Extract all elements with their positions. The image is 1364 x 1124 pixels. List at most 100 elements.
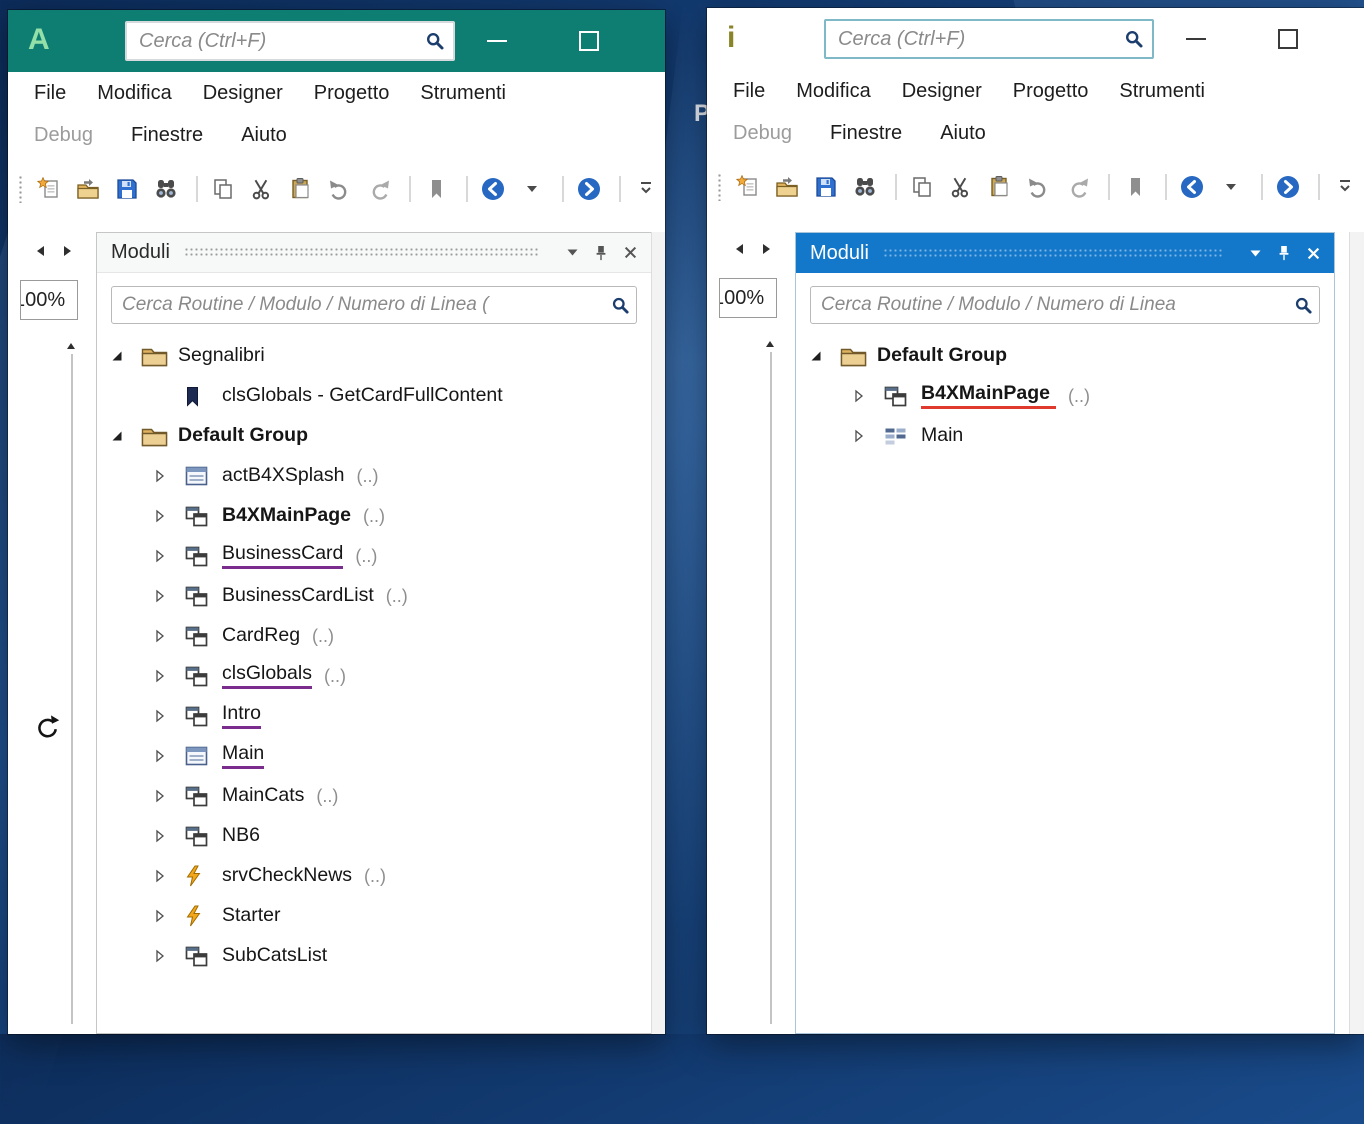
expand-arrow-icon[interactable] <box>155 909 185 923</box>
module-label[interactable]: B4XMainPage <box>222 504 351 526</box>
menu-modifica[interactable]: Modifica <box>97 82 171 105</box>
find-button[interactable] <box>848 170 882 204</box>
module-label[interactable]: SubCatsList <box>222 944 327 966</box>
bookmark-button[interactable] <box>1118 170 1152 204</box>
menu-progetto[interactable]: Progetto <box>314 82 390 105</box>
tree-item[interactable]: SubCatsList <box>97 936 651 976</box>
module-label[interactable]: CardReg <box>222 624 300 646</box>
nav-back-button[interactable] <box>476 172 510 206</box>
toolbar-grip-handle[interactable] <box>18 175 23 203</box>
tree-item[interactable]: Segnalibri <box>97 336 651 376</box>
expand-arrow-icon[interactable] <box>155 789 185 803</box>
tree-item[interactable]: clsGlobals (..) <box>97 656 651 696</box>
title-search-input[interactable] <box>127 29 425 53</box>
paste-button[interactable] <box>983 170 1017 204</box>
module-label[interactable]: Default Group <box>178 424 308 446</box>
tree-item[interactable]: actB4XSplash (..) <box>97 456 651 496</box>
expand-arrow-icon[interactable] <box>155 589 185 603</box>
module-label[interactable]: Default Group <box>877 344 1007 366</box>
module-label[interactable]: Intro <box>222 702 262 729</box>
tab-scroll-left-icon[interactable] <box>733 242 745 256</box>
module-label[interactable]: actB4XSplash <box>222 464 345 486</box>
menu-aiuto[interactable]: Aiuto <box>241 124 287 147</box>
cut-button[interactable] <box>245 172 279 206</box>
expand-arrow-icon[interactable] <box>155 629 185 643</box>
panel-drag-texture[interactable] <box>882 247 1223 259</box>
module-label[interactable]: Starter <box>222 904 281 926</box>
expand-arrow-icon[interactable] <box>155 669 185 683</box>
panel-drag-texture[interactable] <box>183 247 540 258</box>
collapse-arrow-icon[interactable] <box>810 350 840 362</box>
tree-item[interactable]: clsGlobals - GetCardFullContent <box>97 376 651 416</box>
pin-icon[interactable] <box>590 241 612 265</box>
tree-item[interactable]: B4XMainPage (..) <box>796 376 1334 416</box>
panel-dropdown-icon[interactable] <box>1244 241 1266 265</box>
menu-file[interactable]: File <box>34 82 66 105</box>
nav-back-dropdown-button[interactable] <box>1214 170 1248 204</box>
copy-button[interactable] <box>206 172 240 206</box>
toolbar-grip-handle[interactable] <box>717 173 722 201</box>
bookmark-button[interactable] <box>419 172 453 206</box>
redo-button[interactable] <box>362 172 396 206</box>
module-label[interactable]: clsGlobals <box>222 662 312 689</box>
module-label[interactable]: srvCheckNews <box>222 864 352 886</box>
menu-modifica[interactable]: Modifica <box>796 80 870 103</box>
tree-item[interactable]: CardReg (..) <box>97 616 651 656</box>
toolbar-overflow-button[interactable] <box>629 172 663 206</box>
nav-back-button[interactable] <box>1175 170 1209 204</box>
expand-arrow-icon[interactable] <box>155 469 185 483</box>
minimize-button[interactable] <box>1172 15 1220 63</box>
tree-item[interactable]: Starter <box>97 896 651 936</box>
splitter-track[interactable] <box>770 352 772 1024</box>
collapse-arrow-icon[interactable] <box>111 350 141 362</box>
refresh-icon[interactable] <box>34 714 62 742</box>
menu-finestre[interactable]: Finestre <box>830 122 902 145</box>
tree-item[interactable]: NB6 <box>97 816 651 856</box>
tree-item[interactable]: BusinessCardList (..) <box>97 576 651 616</box>
tree-item[interactable]: Default Group <box>796 336 1334 376</box>
nav-back-dropdown-button[interactable] <box>515 172 549 206</box>
expand-arrow-icon[interactable] <box>155 749 185 763</box>
undo-button[interactable] <box>323 172 357 206</box>
expand-arrow-icon[interactable] <box>155 869 185 883</box>
expand-arrow-icon[interactable] <box>155 829 185 843</box>
module-label[interactable]: MainCats <box>222 784 304 806</box>
module-label[interactable]: B4XMainPage <box>921 382 1056 409</box>
menu-designer[interactable]: Designer <box>902 80 982 103</box>
menu-aiuto[interactable]: Aiuto <box>940 122 986 145</box>
paste-button[interactable] <box>284 172 318 206</box>
tab-scroll-right-icon[interactable] <box>761 242 773 256</box>
maximize-button[interactable] <box>565 17 613 65</box>
find-button[interactable] <box>149 172 183 206</box>
menu-finestre[interactable]: Finestre <box>131 124 203 147</box>
tree-item[interactable]: Default Group <box>97 416 651 456</box>
expand-arrow-icon[interactable] <box>854 429 884 443</box>
menu-designer[interactable]: Designer <box>203 82 283 105</box>
redo-button[interactable] <box>1061 170 1095 204</box>
menu-debug[interactable]: Debug <box>733 122 792 145</box>
module-search-input[interactable] <box>112 294 611 316</box>
cut-button[interactable] <box>944 170 978 204</box>
tree-item[interactable]: Intro <box>97 696 651 736</box>
title-search-input[interactable] <box>826 27 1124 51</box>
open-project-button[interactable] <box>770 170 804 204</box>
tree-item[interactable]: B4XMainPage (..) <box>97 496 651 536</box>
menu-strumenti[interactable]: Strumenti <box>420 82 506 105</box>
menu-strumenti[interactable]: Strumenti <box>1119 80 1205 103</box>
expand-arrow-icon[interactable] <box>155 709 185 723</box>
menu-debug[interactable]: Debug <box>34 124 93 147</box>
pin-icon[interactable] <box>1273 241 1295 265</box>
nav-forward-button[interactable] <box>572 172 606 206</box>
save-button[interactable] <box>110 172 144 206</box>
toolbar-overflow-button[interactable] <box>1328 170 1362 204</box>
menu-file[interactable]: File <box>733 80 765 103</box>
expand-arrow-icon[interactable] <box>155 949 185 963</box>
tab-scroll-left-icon[interactable] <box>34 244 46 258</box>
close-icon[interactable] <box>619 241 641 265</box>
module-label[interactable]: clsGlobals - GetCardFullContent <box>222 384 503 406</box>
tree-item[interactable]: MainCats (..) <box>97 776 651 816</box>
tree-item[interactable]: srvCheckNews (..) <box>97 856 651 896</box>
module-label[interactable]: Main <box>921 424 963 446</box>
menu-progetto[interactable]: Progetto <box>1013 80 1089 103</box>
splitter-track[interactable] <box>71 354 73 1024</box>
